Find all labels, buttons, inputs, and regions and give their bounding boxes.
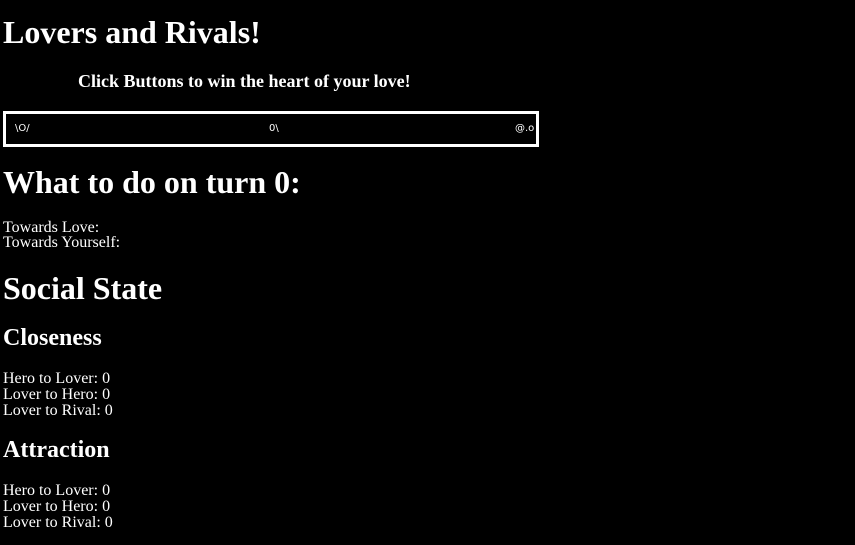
game-title: Lovers and Rivals! (3, 14, 261, 50)
closeness-lover-to-rival: Lover to Rival: 0 (3, 402, 113, 419)
attraction-lover-to-rival: Lover to Rival: 0 (3, 514, 113, 531)
closeness-heading: Closeness (3, 325, 102, 351)
closeness-lover-to-hero: Lover to Hero: 0 (3, 386, 111, 403)
attraction-hero-to-lover: Hero to Lover: 0 (3, 482, 111, 499)
turn-heading-label: What to do on turn (3, 164, 267, 200)
turn-heading-suffix: : (290, 164, 301, 200)
closeness-hero-to-lover: Hero to Lover: 0 (3, 370, 111, 387)
attraction-heading: Attraction (3, 437, 110, 463)
turn-heading: What to do on turn 0: (3, 162, 301, 202)
social-state-heading: Social State (3, 270, 163, 306)
attraction-lover-to-hero: Lover to Hero: 0 (3, 498, 111, 515)
rival-sprite: @.o (515, 123, 535, 134)
towards-yourself-label: Towards Yourself: (3, 234, 121, 251)
lover-sprite: 0\ (269, 123, 279, 134)
turn-number: 0 (274, 164, 291, 200)
game-page: Lovers and Rivals! Click Buttons to win … (0, 0, 855, 545)
game-stage: \O/ 0\ @.o (3, 111, 539, 147)
hero-sprite: \O/ (15, 123, 30, 134)
game-subtitle: Click Buttons to win the heart of your l… (78, 71, 411, 91)
